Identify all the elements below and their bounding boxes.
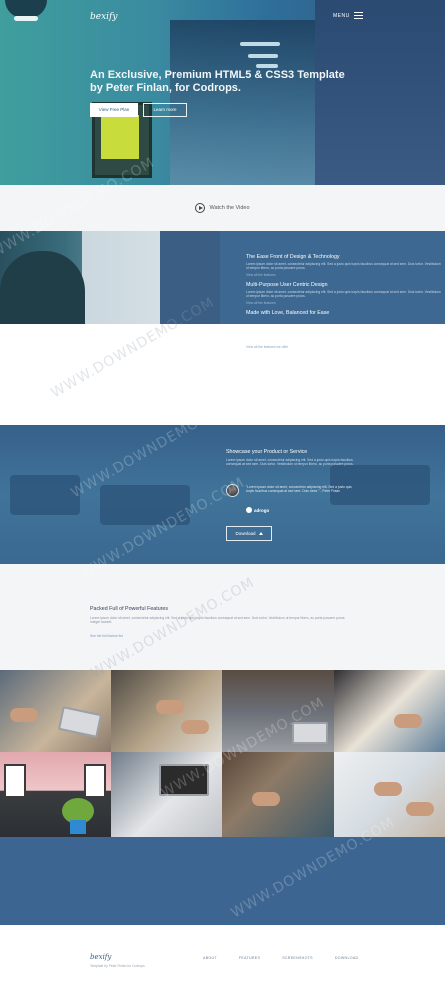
showcase-section (0, 425, 445, 564)
learn-more-button[interactable]: Learn more (143, 103, 187, 117)
lamp-glow (14, 16, 38, 21)
footer-nav: ABOUT FEATURES SCREENSHOTS DOWNLOAD (203, 956, 358, 960)
footer-nav-screenshots[interactable]: SCREENSHOTS (282, 956, 313, 960)
person-silhouette (0, 251, 85, 324)
packed-text: Lorem ipsum dolor sit amet, consectetur … (90, 616, 346, 625)
plant-pot (70, 820, 86, 834)
download-button[interactable]: Download (226, 526, 272, 541)
showcase-title: Showcase your Product or Service (226, 449, 308, 455)
hand (374, 782, 402, 796)
feature-item: Multi-Purpose User Centric Design Lorem … (246, 282, 441, 305)
blue-band (0, 837, 445, 925)
footer-logo[interactable]: bexify (90, 953, 111, 961)
hand (181, 720, 209, 734)
ceiling-light (256, 64, 278, 68)
features-photo (0, 231, 220, 324)
feature-title: The Ease Front of Design & Technology (246, 254, 340, 260)
hand (406, 802, 434, 816)
photo-shade (160, 231, 220, 324)
showcase-text: Lorem ipsum dolor sit amet, consectetur … (226, 458, 354, 467)
ceiling-light (240, 42, 280, 46)
hero-title: An Exclusive, Premium HTML5 & CSS3 Templ… (90, 69, 345, 94)
feature-item: Made with Love, Balanced for Ease (246, 310, 441, 316)
ceiling-light (248, 54, 278, 58)
logo[interactable]: bexify (90, 12, 117, 22)
feature-text: Lorem ipsum dolor sit amet, consectetur … (246, 262, 441, 271)
hero-section: bexify MENU An Exclusive, Premium HTML5 … (0, 0, 445, 185)
play-icon[interactable] (195, 203, 206, 213)
footer-nav-features[interactable]: FEATURES (239, 956, 260, 960)
partner-logo: adrogo (246, 507, 269, 513)
hero-office-photo (170, 20, 320, 185)
window (84, 764, 106, 798)
hand (10, 708, 38, 722)
desk-shape (10, 475, 80, 515)
feature-text: Lorem ipsum dolor sit amet, consectetur … (246, 289, 441, 299)
feature-title: Made with Love, Balanced for Ease (246, 309, 330, 316)
gallery-photo[interactable] (222, 752, 334, 837)
whiteboard-wall (82, 231, 160, 324)
testimonial-quote: "Lorem ipsum dolor sit amet, consectetur… (246, 485, 352, 494)
partner-icon (246, 507, 252, 513)
laptop (57, 706, 103, 738)
all-features-link[interactable]: View all the features we offer (246, 345, 288, 349)
photo-gallery (0, 670, 445, 837)
view-free-plan-button[interactable]: View Free Plan (90, 103, 138, 117)
laptop (159, 764, 209, 796)
upload-arrow-icon (258, 532, 263, 535)
hand (394, 714, 422, 728)
feature-link[interactable]: View all the features (246, 301, 441, 305)
footer: bexify Template by Peter Finlan for Codr… (0, 925, 445, 999)
gallery-photo[interactable] (111, 670, 222, 752)
packed-features-section: Packed Full of Powerful Features Lorem i… (0, 564, 445, 670)
footer-nav-download[interactable]: DOWNLOAD (335, 956, 359, 960)
download-label: Download (235, 531, 256, 536)
footer-nav-about[interactable]: ABOUT (203, 956, 217, 960)
gallery-photo[interactable] (111, 752, 222, 837)
feature-list-link[interactable]: See the full feature list (90, 634, 123, 638)
watch-video-link[interactable]: Watch the Video (209, 205, 249, 211)
gallery-photo[interactable] (0, 670, 111, 752)
avatar (226, 484, 239, 497)
laptop (292, 722, 328, 744)
hamburger-icon (353, 12, 363, 19)
footer-copyright: Template by Peter Finlan for Codrops (90, 964, 145, 968)
desk-shape (100, 485, 190, 525)
menu-button[interactable]: MENU (333, 12, 363, 19)
feature-title: Multi-Purpose User Centric Design (246, 281, 328, 288)
packed-title: Packed Full of Powerful Features (90, 606, 169, 612)
hand (156, 700, 184, 714)
feature-list: The Ease Front of Design & Technology Lo… (246, 254, 441, 321)
gallery-photo[interactable] (222, 670, 334, 752)
gallery-photo[interactable] (334, 670, 445, 752)
gallery-photo[interactable] (0, 752, 111, 837)
gallery-photo[interactable] (334, 752, 445, 837)
features-section: The Ease Front of Design & Technology Lo… (0, 231, 445, 324)
partner-name: adrogo (254, 507, 270, 513)
menu-label: MENU (333, 12, 350, 19)
feature-item: The Ease Front of Design & Technology Lo… (246, 254, 441, 277)
video-section: Watch the Video (0, 185, 445, 231)
window (4, 764, 26, 798)
feature-link[interactable]: View all the features (246, 273, 441, 277)
board-screen (101, 115, 139, 159)
hand (252, 792, 280, 806)
